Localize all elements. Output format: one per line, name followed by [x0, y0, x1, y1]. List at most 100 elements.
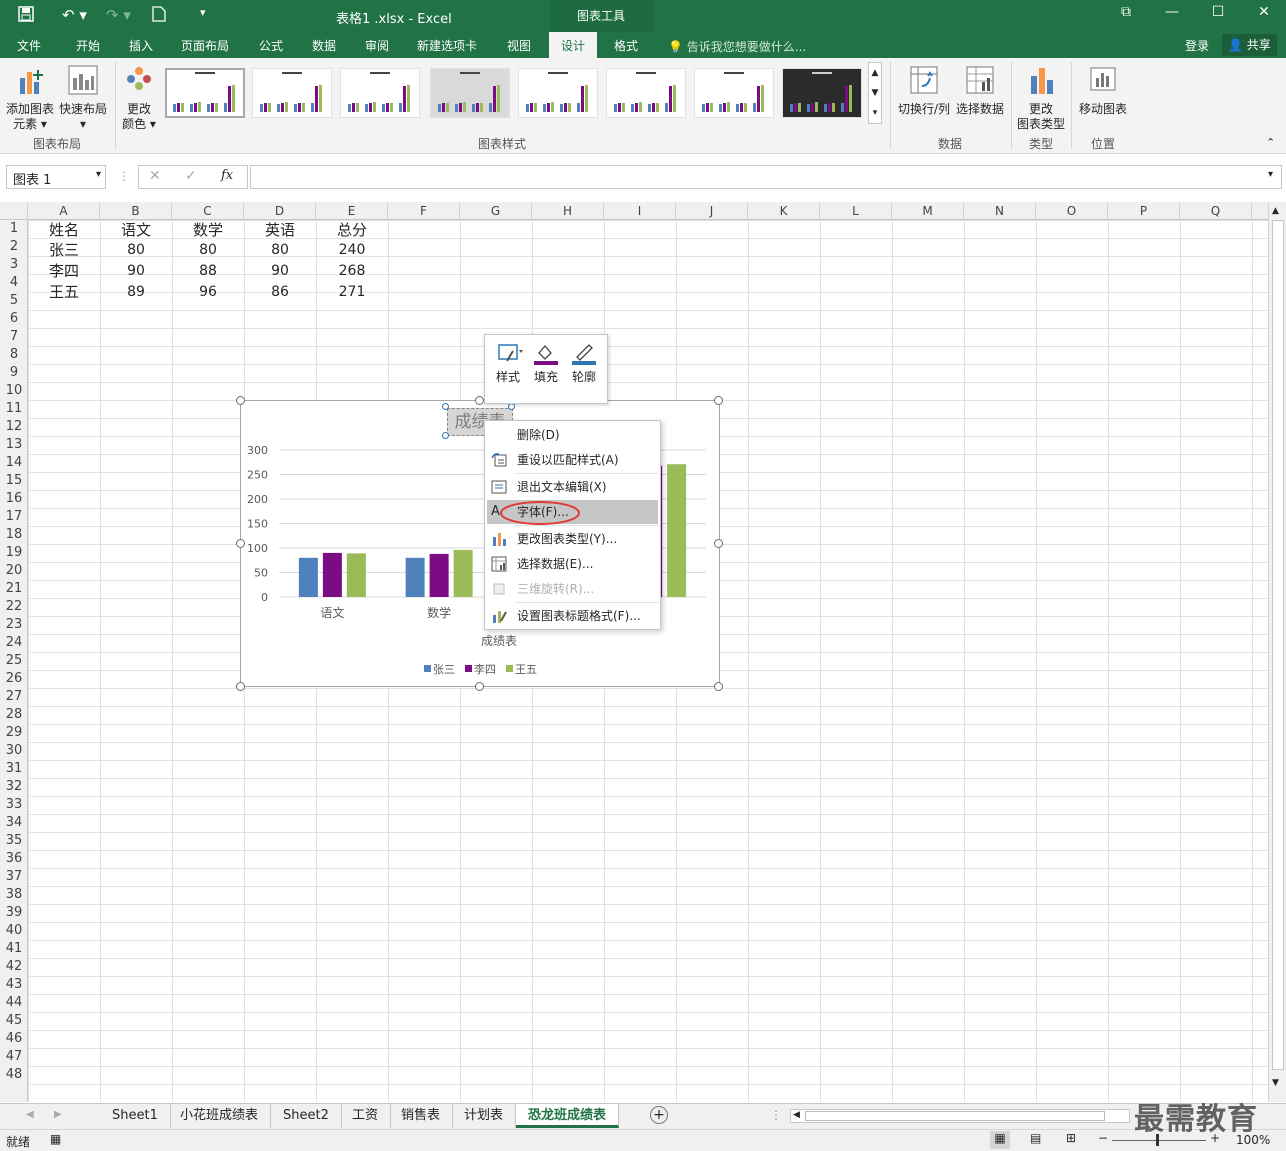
cell-A1[interactable]: 姓名 — [28, 220, 100, 240]
title-handle[interactable] — [442, 403, 449, 410]
row-header[interactable]: 26 — [0, 670, 28, 688]
prev-sheet-icon[interactable]: ◀ — [26, 1109, 34, 1120]
row-header[interactable]: 7 — [0, 328, 28, 346]
tab-new-tab[interactable]: 新建选项卡 — [417, 37, 477, 54]
name-box[interactable]: 图表 1 ▾ — [6, 165, 106, 189]
row-header[interactable]: 13 — [0, 436, 28, 454]
style-button[interactable]: 样式 — [489, 341, 527, 385]
tab-insert[interactable]: 插入 — [129, 37, 153, 54]
normal-view-icon[interactable]: ▦ — [990, 1131, 1010, 1149]
cell-D2[interactable]: 80 — [244, 240, 316, 260]
scroll-up-icon[interactable]: ▲ — [1272, 206, 1279, 216]
row-header[interactable]: 34 — [0, 814, 28, 832]
cell-A2[interactable]: 张三 — [28, 240, 100, 260]
tab-home[interactable]: 开始 — [76, 37, 100, 54]
resize-handle[interactable] — [714, 539, 723, 548]
maximize-button[interactable]: ☐ — [1198, 4, 1238, 20]
sheet-tab[interactable]: 销售表 — [389, 1104, 454, 1128]
row-header[interactable]: 11 — [0, 400, 28, 418]
add-chart-element-button[interactable]: 添加图表 元素 ▾ — [4, 64, 56, 132]
add-sheet-icon[interactable]: + — [650, 1106, 668, 1124]
scroll-left-icon[interactable]: ◀ — [793, 1110, 800, 1120]
cell-E2[interactable]: 240 — [316, 240, 388, 260]
customize-qat-icon[interactable]: ▾ — [200, 6, 206, 19]
quick-layout-button[interactable]: 快速布局 ▾ — [58, 64, 108, 132]
switch-row-column-button[interactable]: 切换行/列 — [895, 64, 953, 117]
row-header[interactable]: 27 — [0, 688, 28, 706]
cell-D3[interactable]: 90 — [244, 261, 316, 281]
undo-icon[interactable]: ↶ ▾ — [62, 6, 87, 24]
tab-review[interactable]: 审阅 — [365, 37, 389, 54]
row-header[interactable]: 6 — [0, 310, 28, 328]
row-header[interactable]: 45 — [0, 1012, 28, 1030]
new-file-icon[interactable] — [152, 6, 166, 26]
menu-item-select-data[interactable]: 选择数据(E)... — [487, 552, 658, 576]
zoom-out-icon[interactable]: − — [1098, 1131, 1108, 1145]
row-header[interactable]: 16 — [0, 490, 28, 508]
cell-B2[interactable]: 80 — [100, 240, 172, 260]
row-header[interactable]: 20 — [0, 562, 28, 580]
cell-C1[interactable]: 数学 — [172, 220, 244, 240]
resize-handle[interactable] — [714, 396, 723, 405]
resize-handle[interactable] — [714, 682, 723, 691]
cell-E4[interactable]: 271 — [316, 282, 388, 302]
row-header[interactable]: 4 — [0, 274, 28, 292]
menu-item-font[interactable]: A 字体(F)... — [487, 500, 658, 525]
tab-view[interactable]: 视图 — [507, 37, 531, 54]
column-header[interactable]: J — [676, 202, 748, 220]
row-header[interactable]: 5 — [0, 292, 28, 310]
formula-input[interactable] — [250, 165, 1282, 189]
cell-A4[interactable]: 王五 — [28, 282, 100, 302]
resize-handle[interactable] — [236, 539, 245, 548]
title-handle[interactable] — [442, 432, 449, 439]
cell-B3[interactable]: 90 — [100, 261, 172, 281]
row-header[interactable]: 32 — [0, 778, 28, 796]
column-header[interactable]: B — [100, 202, 172, 220]
select-all-corner[interactable] — [0, 202, 28, 220]
macro-record-icon[interactable]: ▦ — [50, 1132, 61, 1146]
title-handle[interactable] — [508, 403, 515, 410]
row-header[interactable]: 33 — [0, 796, 28, 814]
row-header[interactable]: 18 — [0, 526, 28, 544]
select-data-button[interactable]: 选择数据 — [954, 64, 1006, 117]
sheet-tab[interactable]: 工资 — [340, 1104, 392, 1128]
page-break-view-icon[interactable]: ⊞ — [1066, 1131, 1076, 1145]
change-colors-button[interactable]: 更改 颜色 ▾ — [118, 64, 160, 132]
row-header[interactable]: 29 — [0, 724, 28, 742]
scroll-thumb[interactable] — [805, 1111, 1105, 1121]
row-header[interactable]: 22 — [0, 598, 28, 616]
splitter-icon[interactable]: ⋮ — [770, 1108, 782, 1122]
row-header[interactable]: 24 — [0, 634, 28, 652]
row-header[interactable]: 44 — [0, 994, 28, 1012]
row-header[interactable]: 35 — [0, 832, 28, 850]
row-header[interactable]: 43 — [0, 976, 28, 994]
row-header[interactable]: 37 — [0, 868, 28, 886]
cell-D4[interactable]: 86 — [244, 282, 316, 302]
cell-E1[interactable]: 总分 — [316, 220, 388, 240]
column-header[interactable]: K — [748, 202, 820, 220]
resize-handle[interactable] — [236, 682, 245, 691]
row-header[interactable]: 47 — [0, 1048, 28, 1066]
fill-button[interactable]: 填充 — [527, 341, 565, 385]
cell-B4[interactable]: 89 — [100, 282, 172, 302]
row-header[interactable]: 21 — [0, 580, 28, 598]
insert-function-icon[interactable]: fx — [221, 168, 233, 183]
column-header[interactable]: D — [244, 202, 316, 220]
menu-item-format-chart-title[interactable]: 设置图表标题格式(F)... — [487, 604, 658, 628]
column-header[interactable]: I — [604, 202, 676, 220]
gallery-scroll[interactable]: ▲ ▼ ▾ — [868, 62, 882, 124]
column-header[interactable]: E — [316, 202, 388, 220]
row-header[interactable]: 42 — [0, 958, 28, 976]
column-header[interactable]: F — [388, 202, 460, 220]
horizontal-scrollbar[interactable]: ◀ — [790, 1109, 1130, 1123]
row-header[interactable]: 28 — [0, 706, 28, 724]
row-header[interactable]: 2 — [0, 238, 28, 256]
menu-item-change-chart-type[interactable]: 更改图表类型(Y)... — [487, 527, 658, 551]
row-header[interactable]: 38 — [0, 886, 28, 904]
scroll-down-icon[interactable]: ▼ — [1272, 1078, 1279, 1088]
row-header[interactable]: 14 — [0, 454, 28, 472]
column-header[interactable]: G — [460, 202, 532, 220]
row-header[interactable]: 19 — [0, 544, 28, 562]
save-icon[interactable] — [18, 6, 34, 26]
row-header[interactable]: 40 — [0, 922, 28, 940]
